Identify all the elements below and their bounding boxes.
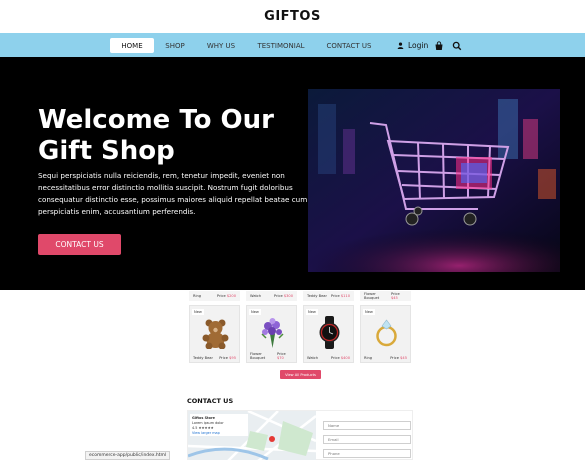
- new-badge: New: [249, 309, 261, 315]
- product-label-top: Ring Price $200: [189, 291, 240, 301]
- view-all-products-button[interactable]: View All Products: [280, 370, 321, 379]
- product-card-watch[interactable]: New Watch Price $400: [303, 305, 354, 363]
- nav-shop[interactable]: SHOP: [160, 38, 190, 53]
- status-bar-url: ecommerce-app/public/index.html: [85, 451, 171, 460]
- login-link[interactable]: Login: [397, 38, 428, 53]
- map-info-card: Giftos Store Lorem ipsum dolor 4.5 ★★★★★…: [190, 414, 248, 436]
- product-name: Flower Bouquet: [364, 292, 380, 300]
- user-icon: [397, 42, 404, 49]
- new-badge: New: [306, 309, 318, 315]
- product-name: Watch: [250, 294, 262, 298]
- product-card-teddy-bear[interactable]: New Teddy Bear Price $95: [189, 305, 240, 363]
- product-price: Price $400: [330, 356, 350, 360]
- product-name: Watch: [307, 356, 319, 360]
- product-name: Ring: [364, 356, 373, 360]
- nav-testimonial[interactable]: TESTIMONIAL: [252, 38, 310, 53]
- teddy-bear-image: [202, 319, 229, 349]
- product-price: Price $200: [216, 294, 236, 298]
- name-field[interactable]: Name: [323, 421, 411, 430]
- site-logo[interactable]: GIFTOS: [0, 0, 585, 33]
- product-price: Price $70: [276, 352, 286, 360]
- product-price: Price $45: [390, 292, 400, 300]
- contact-section: Giftos Store Lorem ipsum dolor 4.5 ★★★★★…: [187, 410, 413, 460]
- hero-section: Welcome To Our Gift Shop Sequi perspicia…: [0, 57, 585, 290]
- watch-image: [319, 316, 340, 349]
- hero-title-line2: Gift Shop: [38, 136, 175, 166]
- product-info: Ring Price $45: [364, 356, 407, 360]
- product-price: Price $300: [273, 294, 293, 298]
- hero-title: Welcome To Our Gift Shop: [38, 105, 308, 167]
- contact-heading: CONTACT US: [187, 397, 234, 405]
- nav-home[interactable]: HOME: [110, 38, 154, 53]
- product-name: Flower Bouquet: [250, 352, 266, 360]
- hero-title-line1: Welcome To Our: [38, 105, 274, 135]
- product-price: Price $110: [330, 294, 350, 298]
- product-info: Flower Bouquet Price $70: [250, 352, 293, 360]
- product-price: Price $45: [390, 356, 407, 360]
- product-info: Watch Price $400: [307, 356, 350, 360]
- map-embed[interactable]: Giftos Store Lorem ipsum dolor 4.5 ★★★★★…: [188, 411, 316, 460]
- main-navbar: HOME SHOP WHY US TESTIMONIAL CONTACT US …: [0, 33, 585, 57]
- product-card-flower-bouquet[interactable]: New Flower Bouquet Price $70: [246, 305, 297, 363]
- product-name: Ring: [193, 294, 202, 298]
- hero-description: Sequi perspiciatis nulla reiciendis, rem…: [38, 171, 308, 216]
- nav-contact-us[interactable]: CONTACT US: [320, 38, 378, 53]
- new-badge: New: [363, 309, 375, 315]
- flower-bouquet-image: [261, 318, 284, 348]
- login-label: Login: [408, 41, 429, 50]
- shopping-cart-image: [308, 89, 560, 272]
- product-label-top: Flower Bouquet Price $45: [360, 291, 411, 301]
- product-name: Teddy Bear: [193, 356, 213, 360]
- product-label-top: Teddy Bear Price $110: [303, 291, 354, 301]
- view-larger-map-link[interactable]: View larger map: [192, 431, 246, 436]
- product-info: Teddy Bear Price $95: [193, 356, 236, 360]
- nav-why-us[interactable]: WHY US: [200, 38, 242, 53]
- product-card-ring[interactable]: New Ring Price $45: [360, 305, 411, 363]
- search-icon[interactable]: [452, 41, 462, 51]
- product-name: Teddy Bear: [307, 294, 327, 298]
- cart-icon[interactable]: [434, 41, 444, 51]
- product-label-top: Watch Price $300: [246, 291, 297, 301]
- ring-image: [376, 319, 397, 347]
- hero-contact-button[interactable]: CONTACT US: [38, 234, 121, 255]
- new-badge: New: [192, 309, 204, 315]
- email-field[interactable]: Email: [323, 435, 411, 444]
- phone-field[interactable]: Phone: [323, 449, 411, 458]
- product-price: Price $95: [219, 356, 236, 360]
